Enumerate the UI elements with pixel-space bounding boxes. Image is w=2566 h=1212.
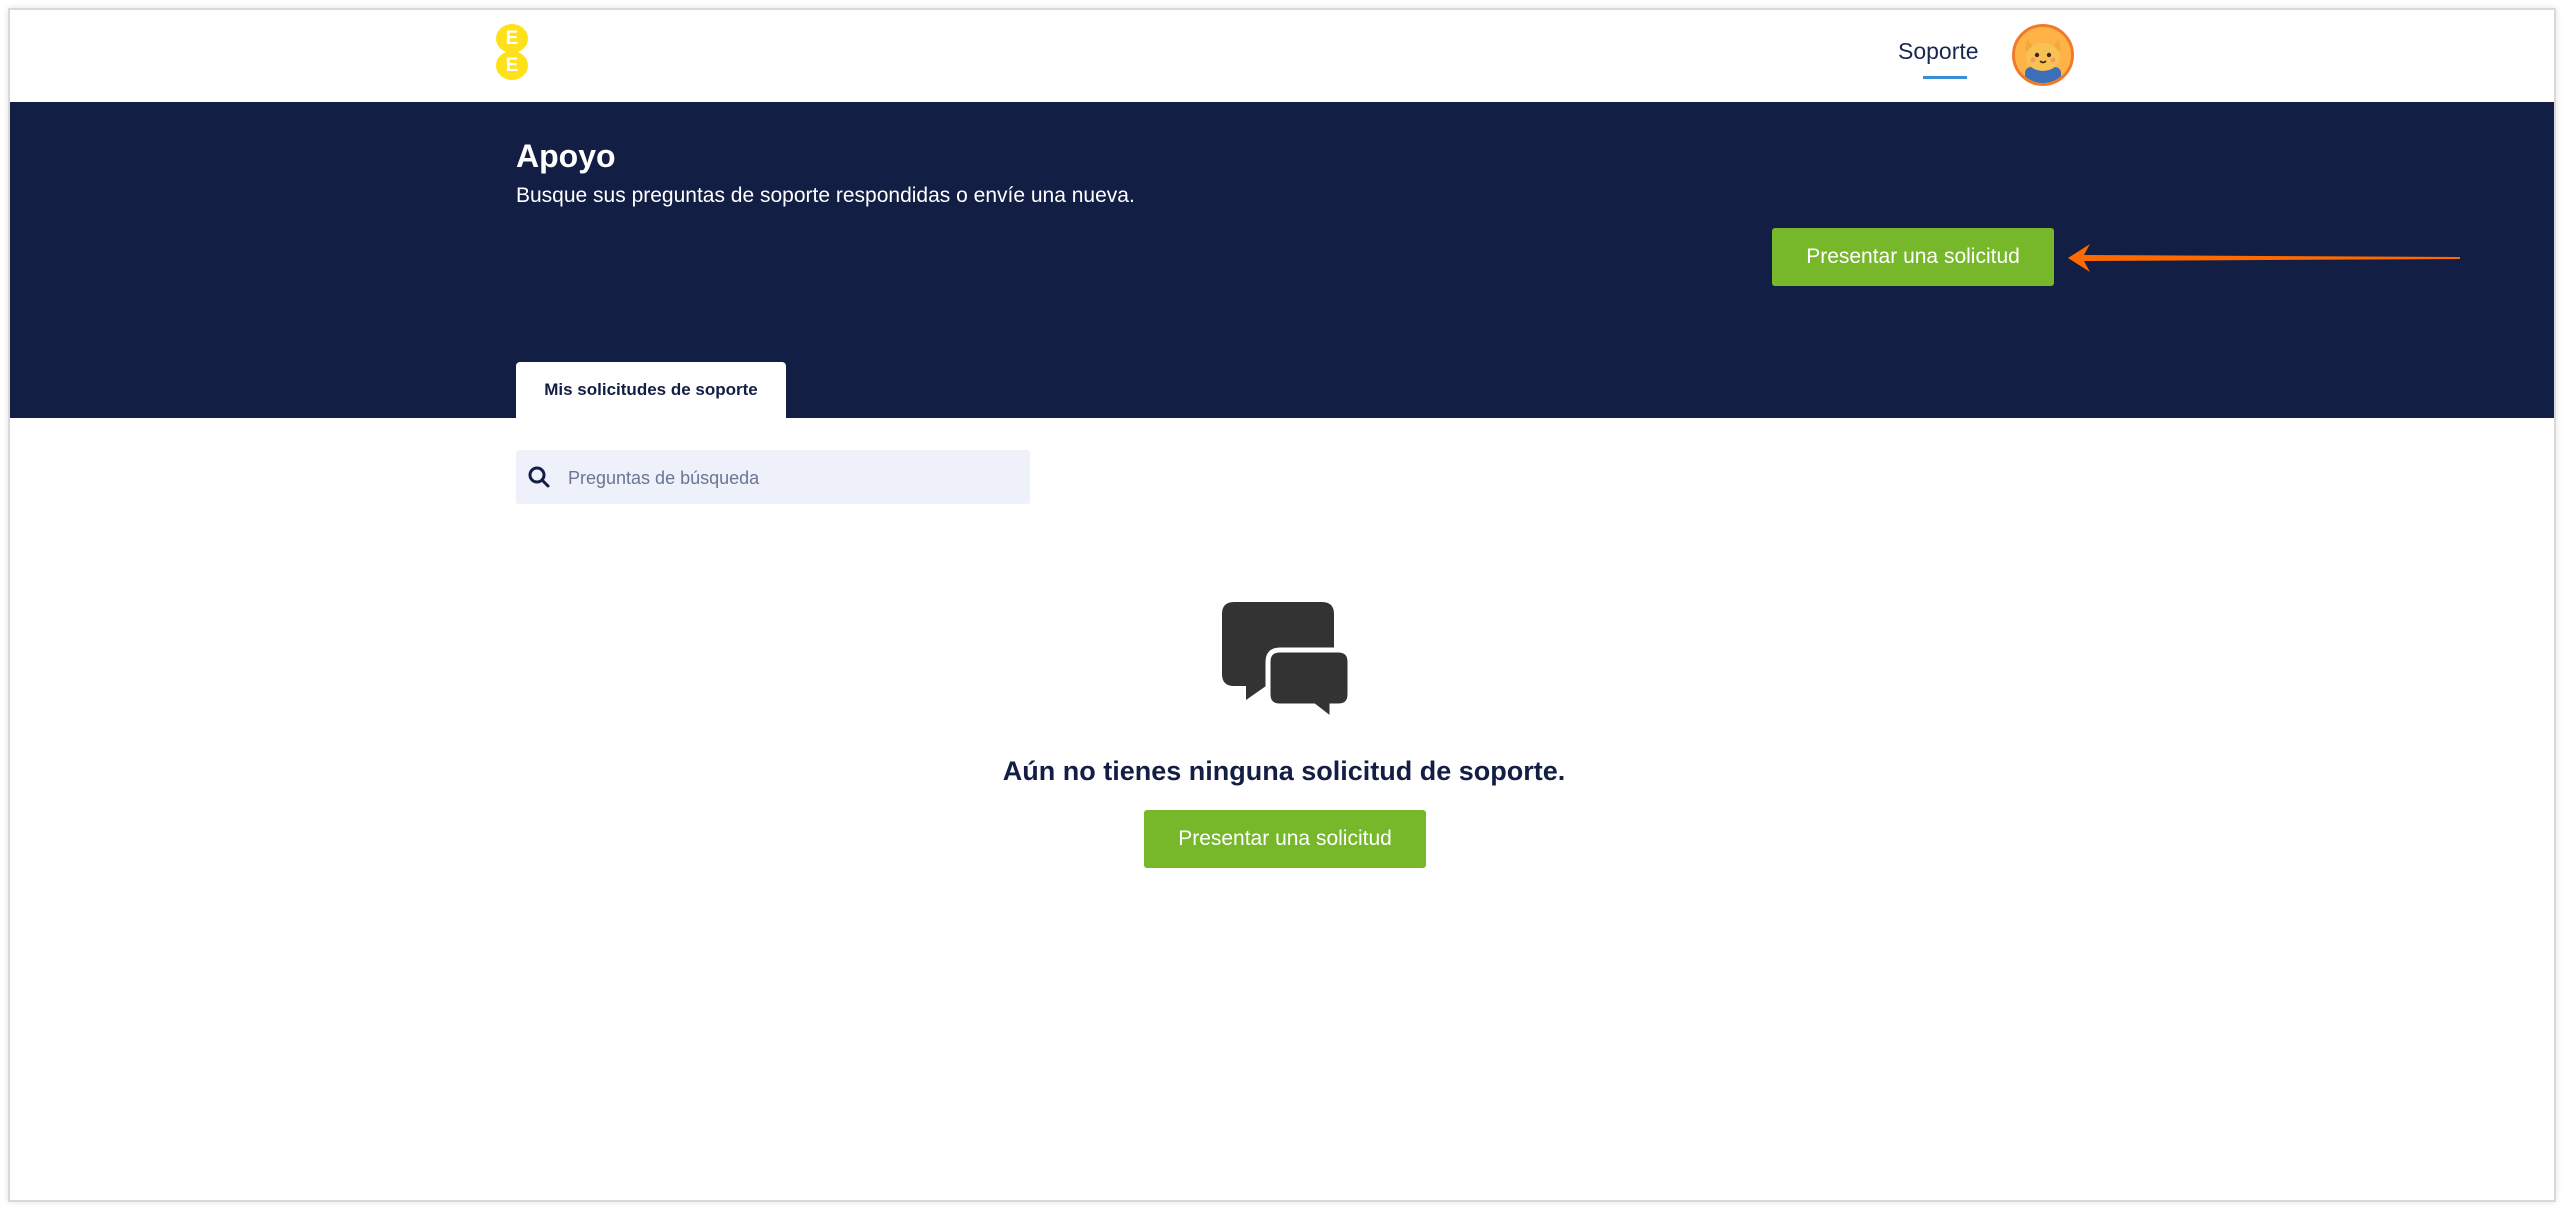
search-input[interactable]: [566, 450, 1020, 506]
logo-letter-top: E: [496, 24, 528, 53]
search-icon: [528, 466, 550, 488]
logo-letter-bottom: E: [496, 51, 528, 80]
chat-bubbles-icon: [1222, 602, 1350, 720]
empty-state-message: Aún no tienes ninguna solicitud de sopor…: [1002, 756, 1566, 786]
annotation-arrow-icon: [2068, 244, 2460, 272]
ee-logo[interactable]: E E: [496, 24, 530, 82]
cat-avatar-icon: [2015, 27, 2071, 83]
empty-state-submit-button[interactable]: Presentar una solicitud: [1144, 810, 1426, 868]
tab-my-support-requests[interactable]: Mis solicitudes de soporte: [516, 362, 786, 418]
search-box: [516, 450, 1030, 506]
page-subtitle: Busque sus preguntas de soporte respondi…: [516, 184, 1135, 207]
nav-link-support[interactable]: Soporte: [1898, 38, 1979, 65]
app-window: E E Soporte Apoyo Busque sus preguntas d…: [8, 8, 2556, 1202]
user-avatar[interactable]: [2012, 24, 2074, 86]
top-navigation-bar: E E Soporte: [10, 10, 2554, 102]
submit-request-button[interactable]: Presentar una solicitud: [1772, 228, 2054, 286]
page-title: Apoyo: [516, 138, 616, 174]
nav-active-indicator: [1923, 76, 1967, 79]
